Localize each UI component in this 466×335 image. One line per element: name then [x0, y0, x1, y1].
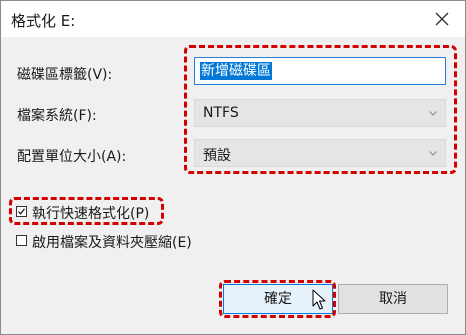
allocation-unit-size-label: 配置單位大小(A): [17, 149, 127, 165]
cancel-button[interactable]: 取消 [338, 284, 448, 314]
enable-compression-checkbox[interactable] [16, 235, 27, 246]
fields-highlight [184, 45, 457, 174]
close-icon [435, 12, 449, 26]
title-bar: 格式化 E: [1, 1, 465, 37]
volume-label-label: 磁碟區標籤(V): [17, 67, 113, 83]
enable-compression-label: 啟用檔案及資料夾壓縮(E) [32, 235, 192, 251]
window-title: 格式化 E: [11, 12, 76, 30]
close-button[interactable] [419, 1, 465, 37]
file-system-label: 檔案系統(F): [17, 108, 97, 124]
quick-format-highlight [9, 197, 164, 225]
mouse-pointer-icon [312, 289, 326, 310]
format-dialog: 格式化 E: 磁碟區標籤(V): 檔案系統(F): 配置單位大小(A): 新增磁… [0, 0, 466, 335]
